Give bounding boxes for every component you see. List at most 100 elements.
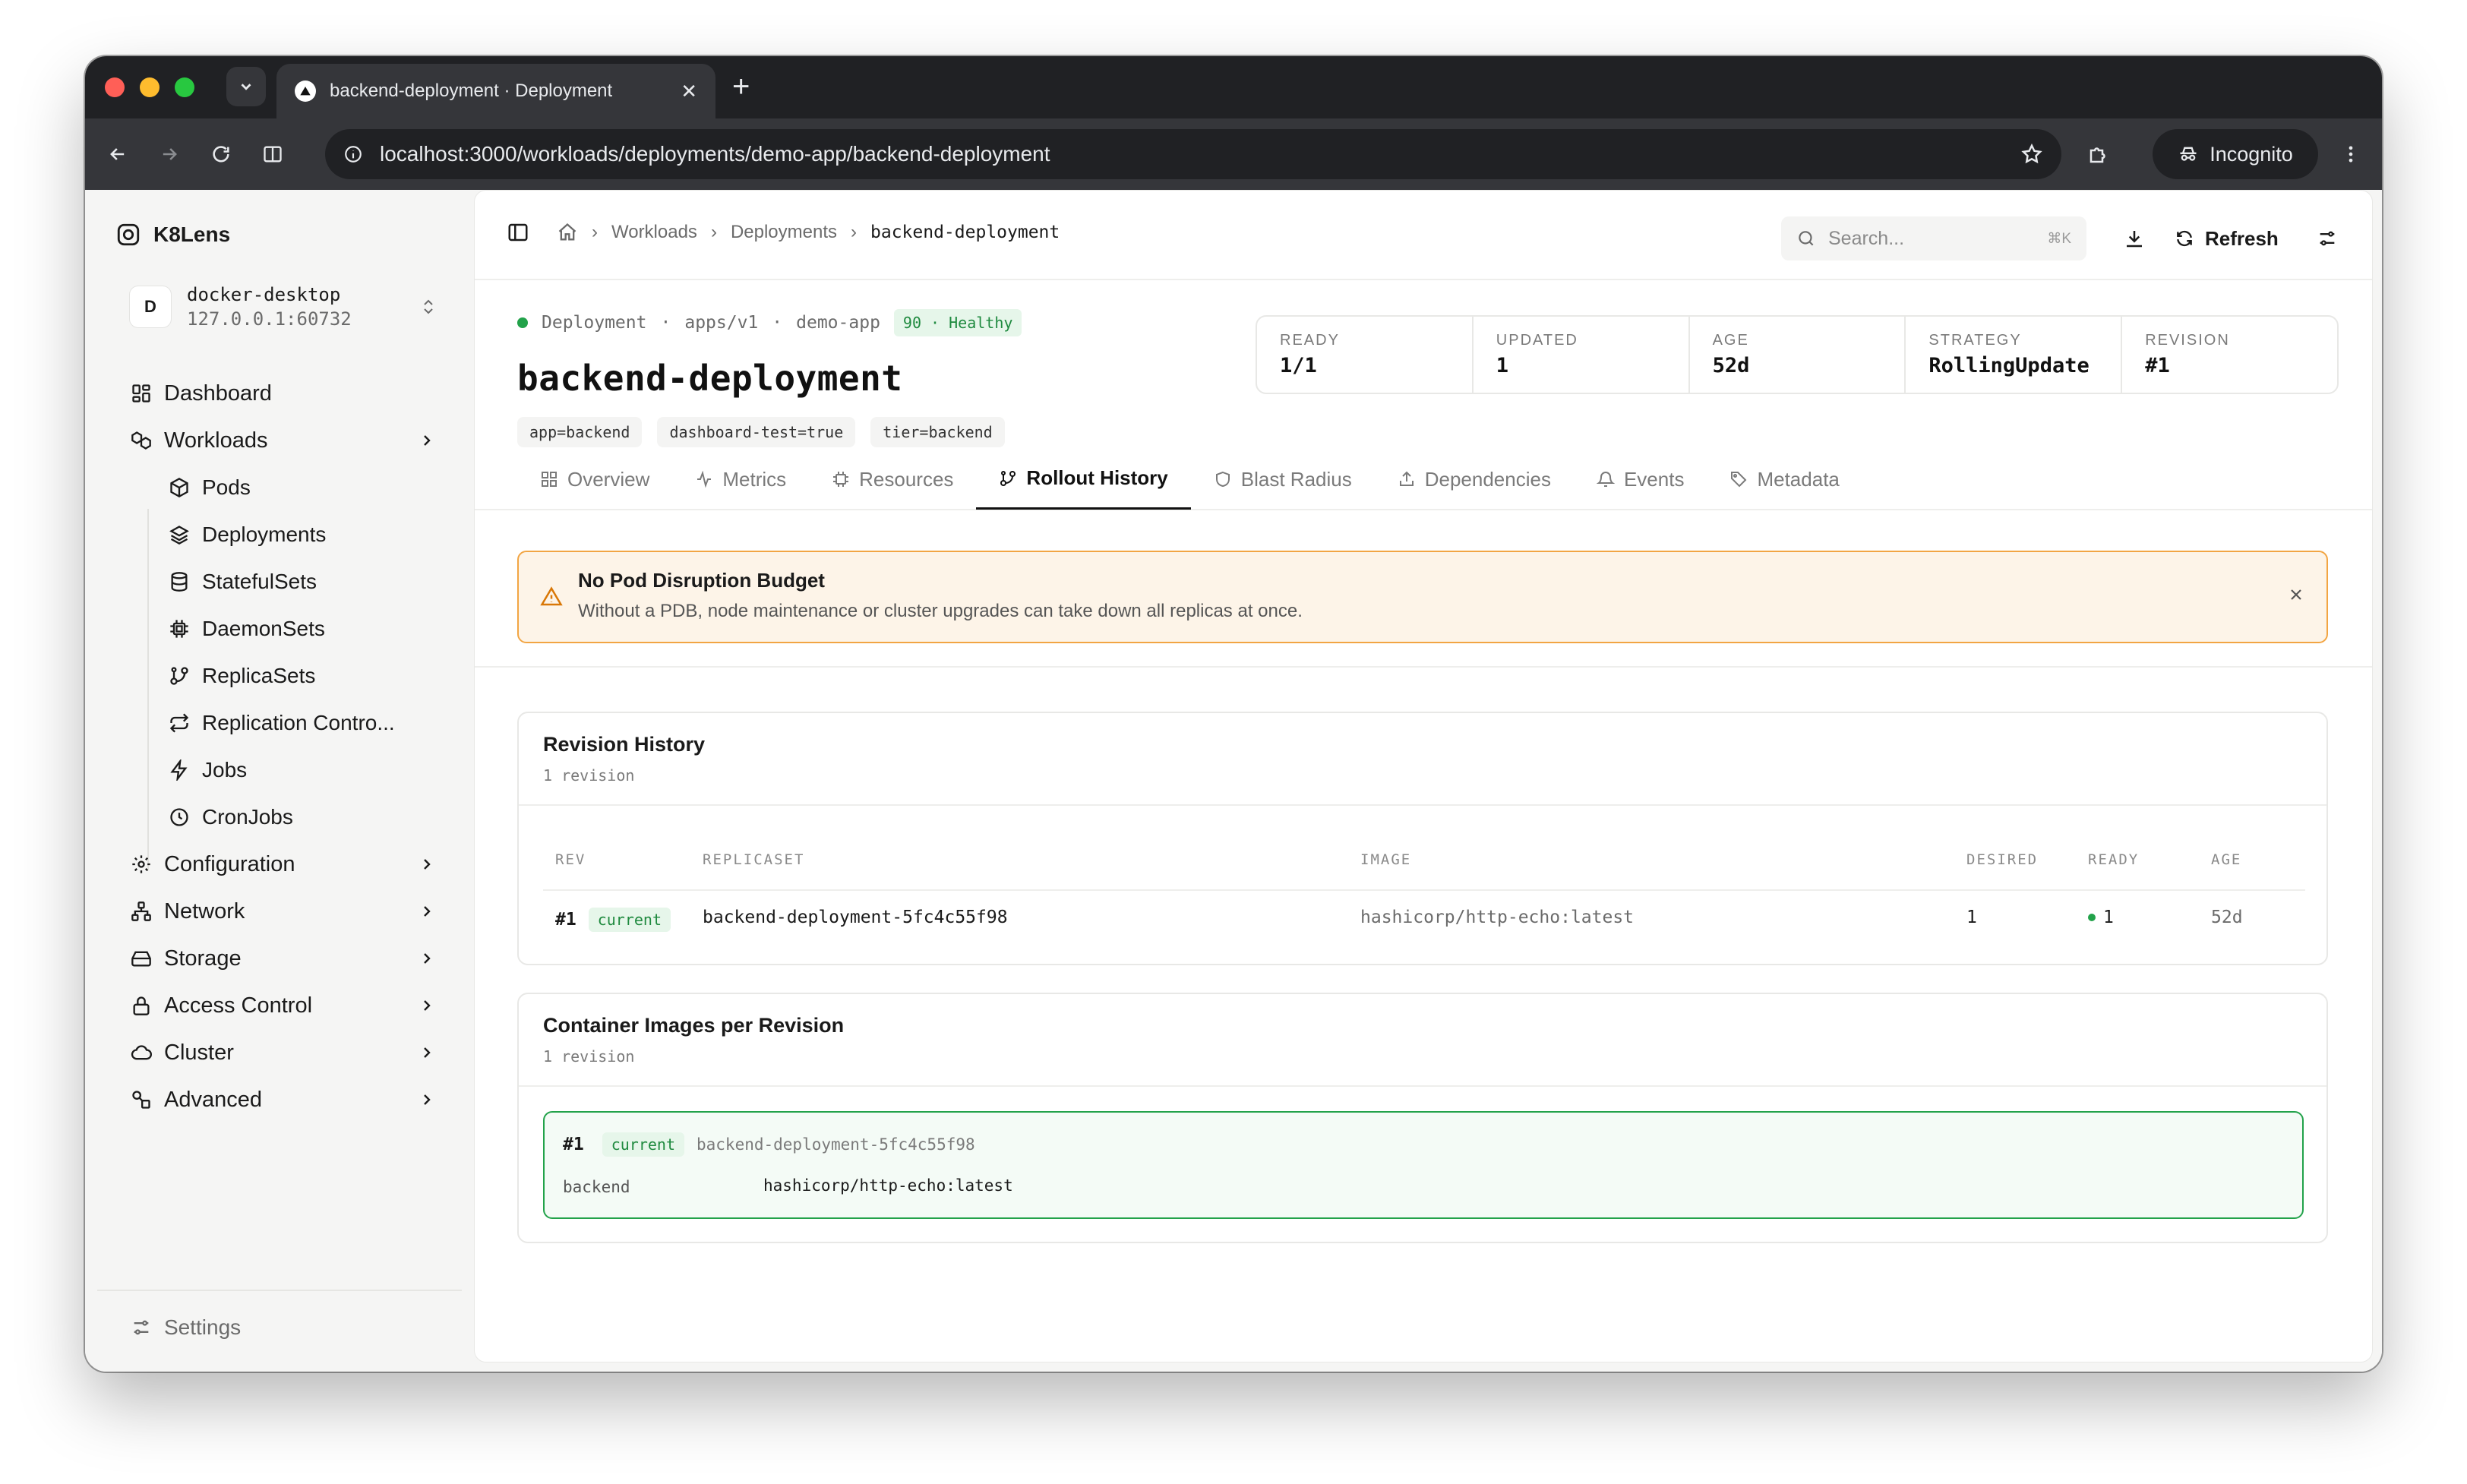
app-favicon-icon (295, 81, 316, 102)
stat-value: RollingUpdate (1928, 354, 2090, 377)
home-icon[interactable] (557, 222, 578, 243)
sidebar-item-replication-controllers[interactable]: Replication Contro... (158, 702, 447, 744)
sidebar-item-pods[interactable]: Pods (158, 466, 447, 509)
minimize-window-button[interactable] (140, 77, 160, 97)
sidebar-item-network[interactable]: Network (120, 890, 447, 933)
sidebar-item-access-control[interactable]: Access Control (120, 984, 447, 1027)
view-settings-button[interactable] (2308, 219, 2346, 257)
search-input[interactable]: Search... ⌘K (1781, 216, 2086, 260)
chevrons-up-down-icon (424, 299, 433, 314)
tab-label: Metrics (722, 467, 787, 491)
sidebar-item-daemonsets[interactable]: DaemonSets (158, 608, 447, 650)
split-view-button[interactable] (255, 137, 290, 172)
meta-separator: · (660, 313, 671, 333)
grid-icon (132, 384, 150, 403)
column-header-replicaset: REPLICASET (703, 851, 805, 868)
boxes-icon (131, 431, 151, 450)
sidebar-item-configuration[interactable]: Configuration (120, 843, 447, 886)
browser-window: backend-deployment · Deployment ✕ + loca… (85, 56, 2382, 1372)
breadcrumb-deployments[interactable]: Deployments (731, 222, 837, 243)
network-icon (131, 901, 151, 921)
stat-label: REVISION (2145, 332, 2230, 349)
sidebar-item-label: StatefulSets (202, 570, 317, 593)
app-root: K8Lens D docker-desktop 127.0.0.1:60732 … (85, 190, 2382, 1372)
sidebar-item-deployments[interactable]: Deployments (158, 513, 447, 556)
sidebar-item-replicasets[interactable]: ReplicaSets (158, 655, 447, 697)
close-window-button[interactable] (105, 77, 125, 97)
resource-api-version: apps/v1 (684, 313, 759, 333)
tab-close-icon[interactable]: ✕ (681, 80, 697, 103)
tab-metrics[interactable]: Metrics (672, 449, 809, 510)
tab-events[interactable]: Events (1574, 449, 1707, 510)
chevron-down-icon (241, 84, 251, 90)
refresh-button[interactable]: Refresh (2175, 219, 2279, 257)
sidebar-item-settings[interactable]: Settings (120, 1306, 251, 1349)
tab-rollout-history[interactable]: Rollout History (976, 449, 1191, 510)
grid-icon (542, 472, 557, 487)
stat-revision: REVISION #1 (2122, 317, 2337, 393)
current-badge: current (602, 1132, 684, 1157)
sidebar-toggle-icon[interactable] (507, 221, 529, 244)
maximize-window-button[interactable] (175, 77, 194, 97)
sidebar-item-workloads[interactable]: Workloads (120, 419, 447, 462)
address-bar[interactable]: localhost:3000/workloads/deployments/dem… (325, 129, 2061, 179)
forward-button[interactable] (152, 137, 187, 172)
share-icon (1399, 471, 1414, 486)
bookmark-star-icon[interactable] (2020, 143, 2043, 166)
sidebar-item-statefulsets[interactable]: StatefulSets (158, 560, 447, 603)
browser-tab[interactable]: backend-deployment · Deployment ✕ (276, 64, 715, 118)
search-placeholder: Search... (1828, 227, 1905, 249)
site-info-icon[interactable] (343, 144, 363, 164)
sidebar-item-cronjobs[interactable]: CronJobs (158, 796, 447, 838)
sidebar-item-label: Network (164, 898, 245, 924)
browser-menu-button[interactable] (2333, 137, 2368, 172)
arrow-right-icon (163, 148, 177, 160)
cube-icon (170, 477, 188, 498)
refresh-label: Refresh (2205, 226, 2279, 250)
sidebar-item-storage[interactable]: Storage (120, 937, 447, 980)
resource-namespace[interactable]: demo-app (796, 313, 880, 333)
stats-panel: READY 1/1 UPDATED 1 AGE 52d STRATEGY Rol… (1256, 315, 2339, 394)
browser-titlebar: backend-deployment · Deployment ✕ + (85, 56, 2382, 118)
tab-blast-radius[interactable]: Blast Radius (1191, 449, 1375, 510)
arrow-left-icon (110, 148, 125, 160)
image-cell: hashicorp/http-echo:latest (1360, 908, 1635, 927)
tab-dependencies[interactable]: Dependencies (1375, 449, 1574, 510)
stat-updated: UPDATED 1 (1474, 317, 1690, 393)
tab-overview[interactable]: Overview (517, 449, 672, 510)
tab-search-button[interactable] (226, 67, 266, 106)
git-branch-icon (170, 667, 188, 685)
replicaset-cell[interactable]: backend-deployment-5fc4c55f98 (703, 908, 1008, 927)
sidebar-item-jobs[interactable]: Jobs (158, 749, 447, 791)
new-tab-button[interactable]: + (732, 70, 750, 103)
stat-age: AGE 52d (1690, 317, 1906, 393)
sidebar-item-advanced[interactable]: Advanced (120, 1078, 447, 1121)
tab-resources[interactable]: Resources (809, 449, 976, 510)
sidebar-item-dashboard[interactable]: Dashboard (120, 372, 447, 415)
tab-label: Rollout History (1026, 466, 1168, 489)
card-subtitle: 1 revision (543, 1047, 635, 1066)
stat-value: #1 (2145, 354, 2170, 377)
stat-value: 1 (1496, 354, 1509, 377)
sidebar-item-cluster[interactable]: Cluster (120, 1031, 447, 1074)
extensions-button[interactable] (2081, 137, 2116, 172)
container-images-card: Container Images per Revision 1 revision… (517, 993, 2328, 1243)
download-button[interactable] (2115, 219, 2153, 257)
tab-metadata[interactable]: Metadata (1707, 449, 1862, 510)
sliders-icon (2320, 231, 2335, 246)
incognito-indicator[interactable]: Incognito (2153, 129, 2318, 179)
breadcrumb-workloads[interactable]: Workloads (611, 222, 697, 243)
label-list: app=backend dashboard-test=true tier=bac… (517, 417, 1005, 447)
tag-icon (1731, 472, 1747, 488)
back-button[interactable] (100, 137, 135, 172)
label-chip: app=backend (517, 417, 643, 447)
brand[interactable]: K8Lens (115, 222, 230, 248)
download-icon (2127, 231, 2142, 248)
url-text[interactable]: localhost:3000/workloads/deployments/dem… (380, 142, 2004, 166)
close-icon[interactable] (2287, 586, 2305, 604)
reload-button[interactable] (204, 137, 238, 172)
revision-history-card: Revision History 1 revision REV REPLICAS… (517, 712, 2328, 965)
sidebar-item-label: Configuration (164, 851, 295, 876)
cluster-switcher[interactable]: D docker-desktop 127.0.0.1:60732 (120, 270, 447, 343)
status-dot (517, 317, 528, 328)
